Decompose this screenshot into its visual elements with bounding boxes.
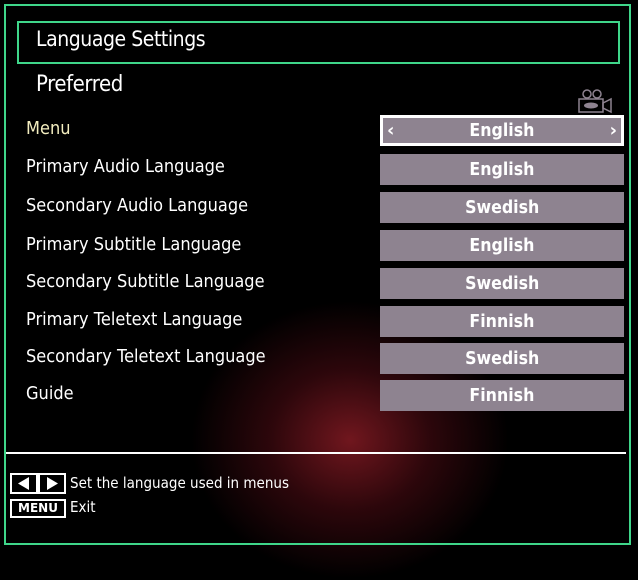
setting-label: Secondary Subtitle Language — [26, 271, 265, 292]
setting-value-selector[interactable]: Finnish — [380, 380, 624, 411]
footer-divider — [6, 452, 626, 454]
setting-value-selector[interactable]: Swedish — [380, 192, 624, 223]
setting-value: English — [469, 120, 535, 141]
setting-label: Primary Teletext Language — [26, 309, 243, 330]
setting-value: Swedish — [464, 273, 540, 294]
setting-value: Finnish — [469, 311, 535, 332]
right-key-icon — [38, 473, 66, 494]
setting-value-selector[interactable]: Finnish — [380, 306, 624, 337]
setting-value: Finnish — [469, 385, 535, 406]
setting-label: Secondary Teletext Language — [26, 346, 266, 367]
setting-label: Secondary Audio Language — [26, 195, 249, 216]
setting-value-selector[interactable]: ‹ English › — [380, 115, 624, 146]
hint-menu-text: Exit — [70, 498, 96, 516]
setting-value-selector[interactable]: Swedish — [380, 343, 624, 374]
setting-value: Swedish — [464, 348, 540, 369]
setting-label: Menu — [26, 118, 71, 139]
menu-key-icon: MENU — [10, 499, 66, 518]
setting-value-selector[interactable]: English — [380, 230, 624, 261]
setting-value-selector[interactable]: English — [380, 154, 624, 185]
chevron-right-icon[interactable]: › — [610, 118, 617, 143]
section-title: Preferred — [36, 72, 123, 97]
setting-value: English — [469, 235, 535, 256]
setting-value-selector[interactable]: Swedish — [380, 268, 624, 299]
left-key-icon — [10, 473, 38, 494]
video-camera-icon — [578, 89, 612, 114]
chevron-left-icon[interactable]: ‹ — [387, 118, 394, 143]
setting-value: Swedish — [464, 197, 540, 218]
setting-label: Guide — [26, 383, 74, 404]
hint-arrows-text: Set the language used in menus — [70, 474, 290, 492]
setting-label: Primary Audio Language — [26, 156, 225, 177]
setting-value: English — [469, 159, 535, 180]
setting-label: Primary Subtitle Language — [26, 234, 242, 255]
page-title: Language Settings — [36, 27, 206, 51]
